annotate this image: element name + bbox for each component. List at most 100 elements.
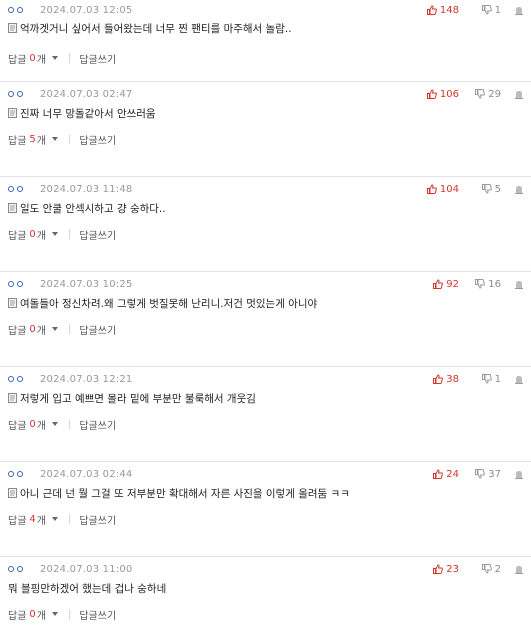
report-button[interactable] bbox=[515, 470, 523, 479]
comment-body: 진짜 너무 망돌같아서 안쓰러움 bbox=[8, 105, 523, 121]
nickname-icon[interactable] bbox=[8, 7, 36, 13]
nickname-circle-icon bbox=[17, 471, 23, 477]
vote-actions: 92 16 bbox=[415, 277, 523, 291]
dislike-button[interactable]: 5 bbox=[459, 184, 501, 195]
report-button[interactable] bbox=[515, 90, 523, 99]
nickname-icon[interactable] bbox=[8, 566, 36, 572]
nickname-circle-icon bbox=[17, 566, 23, 572]
nickname-icon[interactable] bbox=[8, 186, 36, 192]
like-button[interactable]: 106 bbox=[415, 89, 459, 100]
comment-header: 2024.07.03 11:00 23 2 bbox=[8, 562, 523, 576]
nickname-icon[interactable] bbox=[8, 281, 36, 287]
reply-unit: 개 bbox=[36, 135, 46, 147]
comment-header: 2024.07.03 12:05 148 1 bbox=[8, 3, 523, 17]
write-reply-button[interactable]: 답글쓰기 bbox=[79, 132, 116, 147]
reply-toggle[interactable]: 답글 0 개 bbox=[8, 51, 58, 66]
like-button[interactable]: 104 bbox=[415, 184, 459, 195]
dislike-button[interactable]: 1 bbox=[459, 5, 501, 16]
report-icon bbox=[515, 470, 523, 479]
nickname-circle-icon bbox=[17, 91, 23, 97]
reply-label: 답글 bbox=[8, 135, 27, 147]
chevron-down-icon bbox=[51, 327, 58, 331]
report-button[interactable] bbox=[515, 280, 523, 289]
nickname-icon[interactable] bbox=[8, 91, 36, 97]
nickname-circle-icon bbox=[8, 186, 14, 192]
like-count: 106 bbox=[439, 88, 459, 100]
comment-list: 2024.07.03 12:05 148 1 억까겟거니 싶어서 들어왔는데 너… bbox=[0, 0, 531, 640]
chevron-down-icon bbox=[51, 517, 58, 521]
comment-footer: 답글 0 개 | 답글쓰기 bbox=[8, 607, 116, 622]
like-button[interactable]: 24 bbox=[415, 469, 459, 480]
nickname-circle-icon bbox=[8, 281, 14, 287]
document-icon bbox=[8, 203, 17, 213]
comment-body: 억까겟거니 싶어서 들어왔는데 너무 찐 팬티를 마주해서 놀람.. bbox=[8, 20, 523, 36]
thumbs-down-icon bbox=[481, 374, 492, 384]
like-button[interactable]: 38 bbox=[415, 374, 459, 385]
comment-footer: 답글 5 개 | 답글쓰기 bbox=[8, 132, 116, 147]
comment-date: 2024.07.03 02:47 bbox=[40, 88, 133, 100]
reply-count: 0 bbox=[29, 608, 36, 620]
report-button[interactable] bbox=[515, 6, 523, 15]
comment-date: 2024.07.03 12:05 bbox=[40, 4, 133, 16]
nickname-circle-icon bbox=[8, 566, 14, 572]
reply-toggle[interactable]: 답글 5 개 bbox=[8, 132, 58, 147]
write-reply-button[interactable]: 답글쓰기 bbox=[79, 51, 116, 66]
nickname-icon[interactable] bbox=[8, 376, 36, 382]
reply-label: 답글 bbox=[8, 610, 27, 622]
reply-label: 답글 bbox=[8, 515, 27, 527]
dislike-button[interactable]: 16 bbox=[459, 279, 501, 290]
reply-count: 0 bbox=[29, 418, 36, 430]
nickname-icon[interactable] bbox=[8, 471, 36, 477]
comment-item: 2024.07.03 10:25 92 16 여돌들아 정신차려.왜 그렇게 벗… bbox=[0, 272, 531, 367]
chevron-down-icon bbox=[51, 137, 58, 141]
comment-text: 저렇게 입고 예쁘면 몰라 밑에 부분만 불룩해서 개웃김 bbox=[20, 392, 256, 405]
report-button[interactable] bbox=[515, 565, 523, 574]
like-button[interactable]: 23 bbox=[415, 564, 459, 575]
reply-count: 0 bbox=[29, 323, 36, 335]
like-button[interactable]: 148 bbox=[415, 5, 459, 16]
comment-date: 2024.07.03 12:21 bbox=[40, 373, 133, 385]
like-button[interactable]: 92 bbox=[415, 279, 459, 290]
reply-label: 답글 bbox=[8, 420, 27, 432]
report-button[interactable] bbox=[515, 375, 523, 384]
write-reply-button[interactable]: 답글쓰기 bbox=[79, 417, 116, 432]
comment-footer: 답글 0 개 | 답글쓰기 bbox=[8, 322, 116, 337]
comment-footer: 답글 0 개 | 답글쓰기 bbox=[8, 417, 116, 432]
reply-count: 0 bbox=[29, 228, 36, 240]
report-button[interactable] bbox=[515, 185, 523, 194]
vote-actions: 106 29 bbox=[415, 87, 523, 101]
dislike-button[interactable]: 29 bbox=[459, 89, 501, 100]
comment-date: 2024.07.03 11:00 bbox=[40, 563, 133, 575]
write-reply-button[interactable]: 답글쓰기 bbox=[79, 607, 116, 622]
comment-date: 2024.07.03 10:25 bbox=[40, 278, 133, 290]
reply-toggle[interactable]: 답글 0 개 bbox=[8, 417, 58, 432]
dislike-button[interactable]: 37 bbox=[459, 469, 501, 480]
vote-actions: 104 5 bbox=[415, 182, 523, 196]
separator: | bbox=[67, 323, 72, 335]
vote-actions: 23 2 bbox=[415, 562, 523, 576]
reply-label: 답글 bbox=[8, 230, 27, 242]
comment-item: 2024.07.03 02:44 24 37 아니 근데 넌 뭘 그걸 또 저부… bbox=[0, 462, 531, 557]
write-reply-button[interactable]: 답글쓰기 bbox=[79, 227, 116, 242]
vote-actions: 148 1 bbox=[415, 3, 523, 17]
reply-toggle[interactable]: 답글 0 개 bbox=[8, 607, 58, 622]
reply-count: 5 bbox=[29, 133, 36, 145]
separator: | bbox=[67, 228, 72, 240]
separator: | bbox=[67, 418, 72, 430]
reply-toggle[interactable]: 답글 4 개 bbox=[8, 512, 58, 527]
document-icon bbox=[8, 298, 17, 308]
dislike-button[interactable]: 1 bbox=[459, 374, 501, 385]
comment-footer: 답글 0 개 | 답글쓰기 bbox=[8, 227, 116, 242]
reply-label: 답글 bbox=[8, 54, 27, 66]
vote-actions: 24 37 bbox=[415, 467, 523, 481]
thumbs-up-icon bbox=[433, 279, 444, 289]
thumbs-up-icon bbox=[433, 469, 444, 479]
write-reply-button[interactable]: 답글쓰기 bbox=[79, 322, 116, 337]
reply-toggle[interactable]: 답글 0 개 bbox=[8, 227, 58, 242]
reply-toggle[interactable]: 답글 0 개 bbox=[8, 322, 58, 337]
write-reply-button[interactable]: 답글쓰기 bbox=[79, 512, 116, 527]
chevron-down-icon bbox=[51, 56, 58, 60]
chevron-down-icon bbox=[51, 422, 58, 426]
separator: | bbox=[67, 608, 72, 620]
dislike-button[interactable]: 2 bbox=[459, 564, 501, 575]
